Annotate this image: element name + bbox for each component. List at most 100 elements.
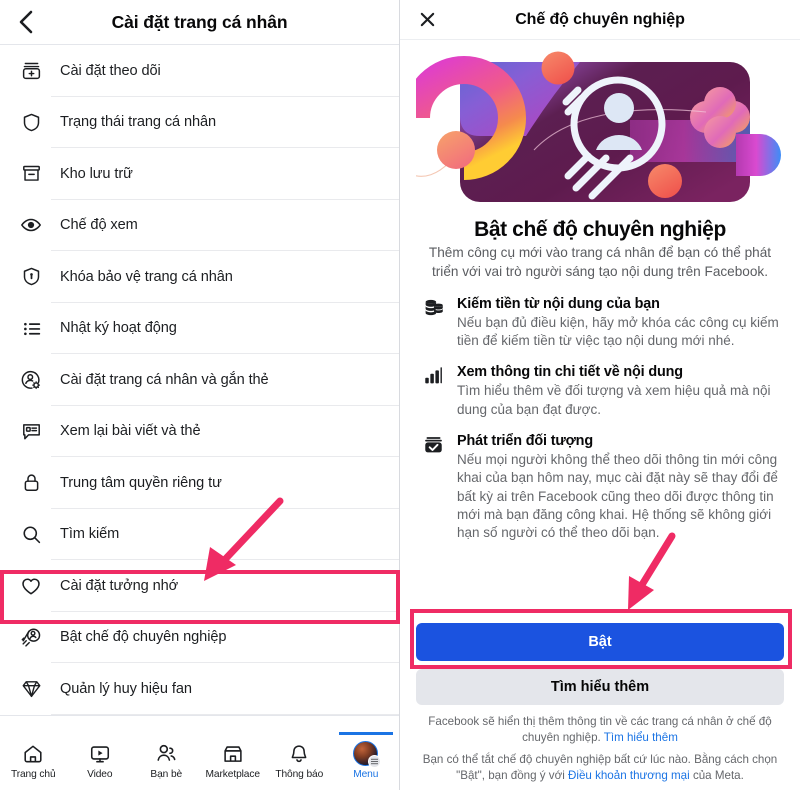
- nav-item-video[interactable]: Video: [67, 735, 134, 780]
- nav-item-label: Bạn bè: [150, 769, 183, 780]
- nav-item-marketplace[interactable]: Marketplace: [200, 735, 267, 780]
- marketplace-icon: [222, 740, 244, 767]
- menu-item-activity-log[interactable]: Nhật ký hoạt động: [0, 303, 399, 354]
- menu-item-label: Cài đặt theo dõi: [60, 62, 161, 79]
- archive-box-icon: [14, 157, 48, 191]
- diamond-icon: [14, 672, 48, 706]
- menu-item-fan-badge[interactable]: Quản lý huy hiệu fan: [0, 663, 399, 715]
- right-phone-screen: Chế độ chuyên nghiệp Bật chế độ chuyên n…: [400, 0, 800, 790]
- nav-item-label: Thông báo: [275, 769, 324, 780]
- menu-item-privacy-center[interactable]: Trung tâm quyền riêng tư: [0, 457, 399, 509]
- menu-item-label: Kho lưu trữ: [60, 165, 133, 182]
- right-header: Chế độ chuyên nghiệp: [400, 0, 800, 40]
- coins-stack-icon: [418, 295, 448, 351]
- bell-icon: [288, 740, 310, 767]
- page-title: Chế độ chuyên nghiệp: [515, 10, 685, 28]
- heart-icon: [14, 569, 48, 603]
- feature-grow-audience: Phát triển đối tượng Nếu mọi người không…: [416, 432, 784, 543]
- menu-item-view-mode[interactable]: Chế độ xem: [0, 200, 399, 251]
- bar-chart-icon: [418, 363, 448, 419]
- check-badge-icon: [418, 432, 448, 543]
- comment-review-icon: [14, 414, 48, 448]
- search-icon: [14, 517, 48, 551]
- nav-item-friends[interactable]: Bạn bè: [133, 735, 200, 780]
- feature-desc: Nếu bạn đủ điều kiện, hãy mở khóa các cô…: [457, 314, 779, 348]
- legal-line-2-suffix: của Meta.: [689, 768, 744, 782]
- feature-desc: Tìm hiểu thêm về đối tượng và xem hiệu q…: [457, 383, 771, 417]
- menu-item-profile-lock[interactable]: Khóa bảo vệ trang cá nhân: [0, 251, 399, 303]
- legal-text: Facebook sẽ hiển thị thêm thông tin về c…: [416, 714, 784, 784]
- feature-insights: Xem thông tin chi tiết về nội dung Tìm h…: [416, 363, 784, 419]
- nav-item-label: Menu: [353, 769, 379, 780]
- lock-icon: [14, 466, 48, 500]
- shield-lock-icon: [14, 260, 48, 294]
- clipped-menu-label: Một số cài đặt trang cá nhân khác: [14, 715, 233, 716]
- screenshot-root: Cài đặt trang cá nhân Cài đặt theo dõi T…: [0, 0, 800, 790]
- menu-item-label: Trạng thái trang cá nhân: [60, 114, 217, 131]
- left-header: Cài đặt trang cá nhân: [0, 0, 399, 45]
- menu-item-label: Tìm kiếm: [60, 526, 120, 543]
- feature-desc: Nếu mọi người không thể theo dõi thông t…: [457, 451, 778, 541]
- follow-settings-icon: [14, 54, 48, 88]
- feature-monetization: Kiếm tiền từ nội dung của bạn Nếu bạn đủ…: [416, 295, 784, 351]
- menu-item-profile-status[interactable]: Trạng thái trang cá nhân: [0, 97, 399, 148]
- close-icon[interactable]: [416, 9, 438, 31]
- page-title: Cài đặt trang cá nhân: [111, 11, 288, 32]
- legal-line-2: Bạn có thể tắt chế độ chuyên nghiệp bất …: [418, 752, 782, 784]
- menu-item-label: Cài đặt trang cá nhân và gắn thẻ: [60, 371, 269, 388]
- nav-item-label: Trang chủ: [10, 769, 56, 780]
- professional-mode-icon: [14, 620, 48, 654]
- menu-item-professional-mode[interactable]: Bật chế độ chuyên nghiệp: [0, 612, 399, 663]
- menu-item-memorialization[interactable]: Cài đặt tưởng nhớ: [0, 560, 399, 612]
- home-icon: [22, 740, 44, 767]
- nav-item-notifications[interactable]: Thông báo: [266, 735, 333, 780]
- nav-item-label: Marketplace: [205, 769, 260, 780]
- feature-title: Xem thông tin chi tiết về nội dung: [457, 364, 683, 381]
- right-body: Bật chế độ chuyên nghiệp Thêm công cụ mớ…: [400, 40, 800, 623]
- nav-item-menu[interactable]: Menu: [333, 732, 400, 780]
- feature-text: Phát triển đối tượng Nếu mọi người không…: [457, 432, 784, 543]
- feature-text: Kiếm tiền từ nội dung của bạn Nếu bạn đủ…: [457, 295, 784, 351]
- page-heading: Bật chế độ chuyên nghiệp: [474, 218, 726, 241]
- bottom-navigation-bar: Trang chủ Video Bạn bè Marketplace Thông…: [0, 732, 400, 790]
- menu-item-label: Cài đặt tưởng nhớ: [60, 577, 179, 594]
- commercial-terms-link[interactable]: Điều khoản thương mại: [568, 769, 690, 782]
- settings-menu-list: Cài đặt theo dõi Trạng thái trang cá nhâ…: [0, 45, 399, 715]
- page-subheading: Thêm công cụ mới vào trang cá nhân để bạ…: [428, 245, 772, 279]
- menu-item-label: Chế độ xem: [60, 217, 138, 234]
- menu-item-label: Quản lý huy hiệu fan: [60, 680, 192, 697]
- menu-item-search[interactable]: Tìm kiếm: [0, 509, 399, 560]
- video-icon: [89, 740, 111, 767]
- left-phone-screen: Cài đặt trang cá nhân Cài đặt theo dõi T…: [0, 0, 400, 790]
- eye-icon: [14, 208, 48, 242]
- avatar: [353, 741, 382, 768]
- feature-text: Xem thông tin chi tiết về nội dung Tìm h…: [457, 363, 784, 419]
- menu-item-follow-settings[interactable]: Cài đặt theo dõi: [0, 45, 399, 97]
- enable-button[interactable]: Bật: [416, 623, 784, 662]
- right-footer: Bật Tìm hiểu thêm Facebook sẽ hiển thị t…: [400, 623, 800, 790]
- nav-item-label: Video: [87, 769, 113, 780]
- feature-title: Kiếm tiền từ nội dung của bạn: [457, 295, 660, 312]
- nav-item-home[interactable]: Trang chủ: [0, 735, 67, 780]
- friends-icon: [155, 740, 178, 767]
- learn-more-link[interactable]: Tìm hiểu thêm: [604, 731, 678, 744]
- menu-item-label: Xem lại bài viết và thẻ: [60, 423, 201, 440]
- menu-item-review-posts[interactable]: Xem lại bài viết và thẻ: [0, 406, 399, 457]
- hamburger-badge-icon: [368, 755, 382, 768]
- activity-log-icon: [14, 311, 48, 345]
- menu-item-label: Bật chế độ chuyên nghiệp: [60, 629, 227, 646]
- professional-mode-illustration: [416, 46, 784, 214]
- legal-line-1-text: Facebook sẽ hiển thị thêm thông tin về c…: [428, 715, 772, 745]
- learn-more-button[interactable]: Tìm hiểu thêm: [416, 669, 784, 706]
- menu-item-archive[interactable]: Kho lưu trữ: [0, 148, 399, 200]
- feature-title: Phát triển đối tượng: [457, 432, 593, 449]
- profile-gear-icon: [14, 363, 48, 397]
- chevron-left-icon[interactable]: [14, 10, 36, 34]
- shield-icon: [14, 105, 48, 139]
- menu-item-label: Trung tâm quyền riêng tư: [60, 474, 222, 491]
- menu-item-label: Khóa bảo vệ trang cá nhân: [60, 268, 233, 285]
- legal-line-1: Facebook sẽ hiển thị thêm thông tin về c…: [418, 714, 782, 746]
- menu-item-profile-tagging[interactable]: Cài đặt trang cá nhân và gắn thẻ: [0, 354, 399, 406]
- avatar-menu-icon: [353, 740, 382, 768]
- menu-item-label: Nhật ký hoạt động: [60, 320, 177, 337]
